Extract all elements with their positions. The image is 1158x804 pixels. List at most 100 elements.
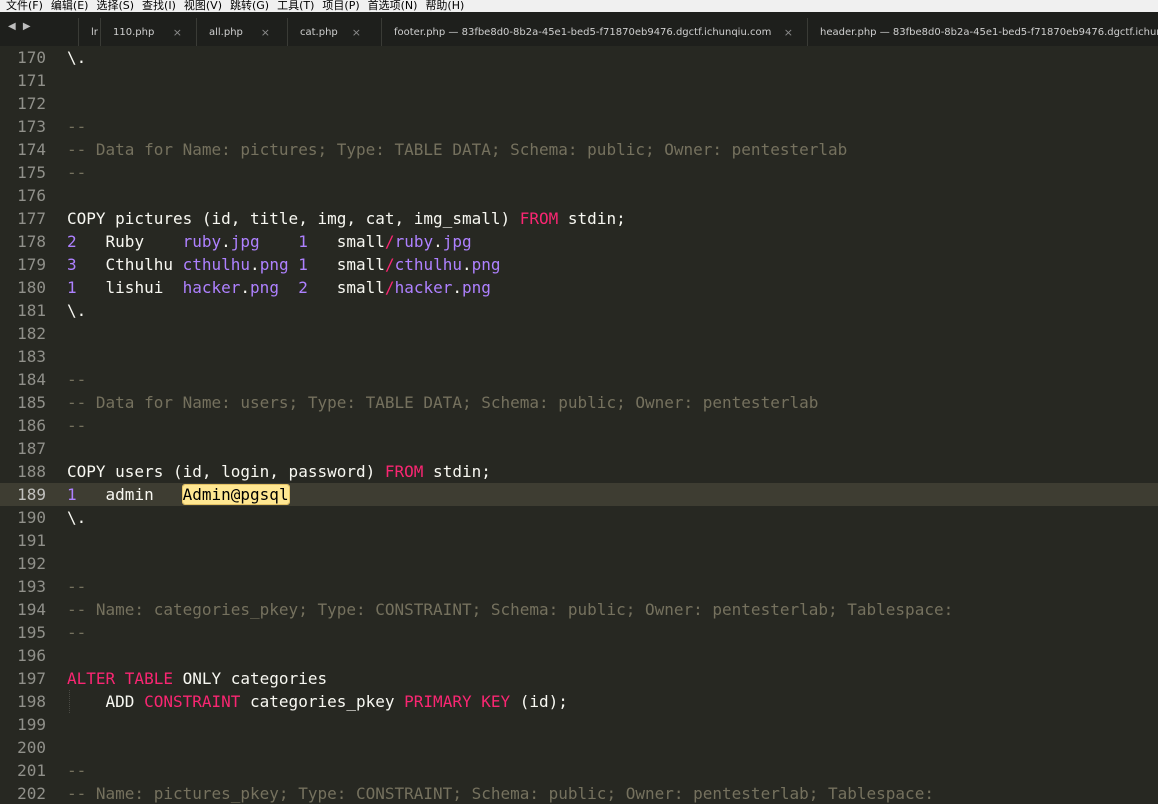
code-line: 179 3 Cthulhu cthulhu.png 1 small/cthulhu… (0, 253, 1158, 276)
code-token: ONLY categories (172, 669, 328, 688)
tab-label: footer.php — 83fbe8d0-8b2a-45e1-bed5-f71… (394, 27, 772, 38)
tab-bar: ◀ ▶ lr 110.php × all.php × cat.php × foo… (0, 12, 1158, 46)
code-token: 1 (67, 485, 77, 504)
code-token: -- (67, 623, 87, 642)
code-line: 202 -- Name: pictures_pkey; Type: CONSTRA… (0, 782, 1158, 804)
code-text: ALTER TABLE ONLY categories (67, 667, 327, 690)
code-text: -- Data for Name: users; Type: TABLE DAT… (67, 391, 818, 414)
code-text: -- (67, 368, 86, 391)
line-number: 187 (17, 439, 46, 458)
code-line: 183 (0, 345, 1158, 368)
line-number: 185 (17, 393, 46, 412)
code-text: COPY pictures (id, title, img, cat, img_… (67, 207, 626, 230)
code-token: (id); (510, 692, 568, 711)
close-icon[interactable]: × (784, 18, 793, 46)
tab-footer-php[interactable]: footer.php — 83fbe8d0-8b2a-45e1-bed5-f71… (381, 18, 801, 46)
line-number: 172 (17, 94, 46, 113)
code-token: jpg (442, 232, 472, 251)
code-text: 1 admin Admin@pgsql (67, 483, 290, 506)
line-number: 183 (17, 347, 46, 366)
code-token: COPY users (id, login, password) (67, 462, 385, 481)
code-text: -- (67, 414, 86, 437)
line-number: 197 (17, 669, 46, 688)
code-line: 186 -- (0, 414, 1158, 437)
code-token: admin (76, 485, 183, 504)
code-token: \. (67, 301, 87, 320)
code-line: 174 -- Data for Name: pictures; Type: TAB… (0, 138, 1158, 161)
code-text: -- Name: categories_pkey; Type: CONSTRAI… (67, 598, 953, 621)
tab-all-php[interactable]: all.php × (196, 18, 278, 46)
code-token: 2 (67, 232, 77, 251)
close-icon[interactable]: × (352, 18, 361, 46)
line-number: 200 (17, 738, 46, 757)
menu-bar: 文件(F) 编辑(E) 选择(S) 查找(I) 视图(V) 跳转(G) 工具(T) 项目(P)… (0, 0, 1158, 12)
code-token: png (250, 278, 279, 297)
code-line: 184 -- (0, 368, 1158, 391)
code-line: 171 (0, 69, 1158, 92)
line-number: 181 (17, 301, 46, 320)
code-token: ALTER TABLE (67, 669, 173, 688)
menu-item[interactable]: 编辑(E) (51, 0, 89, 12)
code-token: 2 (298, 278, 308, 297)
menu-item[interactable]: 首选项(N) (368, 0, 418, 12)
close-icon[interactable]: × (261, 18, 270, 46)
code-text: \. (67, 299, 86, 322)
menu-item[interactable]: 文件(F) (6, 0, 43, 12)
line-number: 201 (17, 761, 46, 780)
code-text: -- (67, 161, 86, 184)
code-token: FROM (384, 462, 424, 481)
code-line: 200 (0, 736, 1158, 759)
code-line: 201 -- (0, 759, 1158, 782)
tab-nav-arrows[interactable]: ◀ ▶ (8, 21, 33, 32)
tab-110-php[interactable]: 110.php × (100, 18, 190, 46)
code-text: 3 Cthulhu cthulhu.png 1 small/cthulhu.pn… (67, 253, 501, 276)
tab-cat-php[interactable]: cat.php × (287, 18, 369, 46)
code-token: -- (67, 761, 87, 780)
tab-label: all.php (209, 27, 243, 38)
code-token: png (471, 255, 501, 274)
code-text: 2 Ruby ruby.jpg 1 small/ruby.jpg (67, 230, 472, 253)
code-line: 188 COPY users (id, login, password) FROM… (0, 460, 1158, 483)
code-text: -- (67, 759, 86, 782)
code-token: small (307, 255, 385, 274)
code-token: Ruby (76, 232, 183, 251)
code-token: FROM (519, 209, 559, 228)
line-number: 179 (17, 255, 46, 274)
code-token: -- Data for Name: pictures; Type: TABLE … (67, 140, 848, 159)
code-line: 190 \. (0, 506, 1158, 529)
code-text: 1 lishui hacker.png 2 small/hacker.png (67, 276, 491, 299)
tab-0[interactable]: lr (78, 18, 100, 46)
menu-item[interactable]: 项目(P) (322, 0, 359, 12)
line-number: 189 (17, 485, 46, 504)
menu-item[interactable]: 跳转(G) (230, 0, 269, 12)
code-token: hacker (182, 278, 241, 297)
line-number: 174 (17, 140, 46, 159)
code-token: -- (67, 370, 87, 389)
code-token: ruby (394, 232, 434, 251)
line-number: 202 (17, 784, 46, 803)
code-token: . (452, 278, 462, 297)
menu-item[interactable]: 查找(I) (142, 0, 176, 12)
menu-item[interactable]: 选择(S) (96, 0, 134, 12)
menu-item[interactable]: 视图(V) (184, 0, 222, 12)
code-line: 194 -- Name: categories_pkey; Type: CONST… (0, 598, 1158, 621)
line-number: 199 (17, 715, 46, 734)
code-token: CONSTRAINT (144, 692, 241, 711)
code-token: ADD (67, 692, 145, 711)
code-editor[interactable]: 170 \. 171 172 173 -- 174 -- Data for Name: pic… (0, 46, 1158, 804)
tab-label: 110.php (113, 27, 155, 38)
code-line: 193 -- (0, 575, 1158, 598)
close-icon[interactable]: × (173, 18, 182, 46)
tab-header-php[interactable]: header.php — 83fbe8d0-8b2a-45e1-bed5-f71… (807, 18, 1158, 46)
code-token: COPY pictures (id, title, img, cat, img_… (67, 209, 520, 228)
code-token: -- Name: pictures_pkey; Type: CONSTRAINT… (67, 784, 934, 803)
code-token: -- (67, 577, 87, 596)
line-number: 177 (17, 209, 46, 228)
code-line: 197 ALTER TABLE ONLY categories (0, 667, 1158, 690)
line-number: 175 (17, 163, 46, 182)
menu-item[interactable]: 工具(T) (277, 0, 314, 12)
menu-item[interactable]: 帮助(H) (425, 0, 464, 12)
code-text: COPY users (id, login, password) FROM st… (67, 460, 491, 483)
